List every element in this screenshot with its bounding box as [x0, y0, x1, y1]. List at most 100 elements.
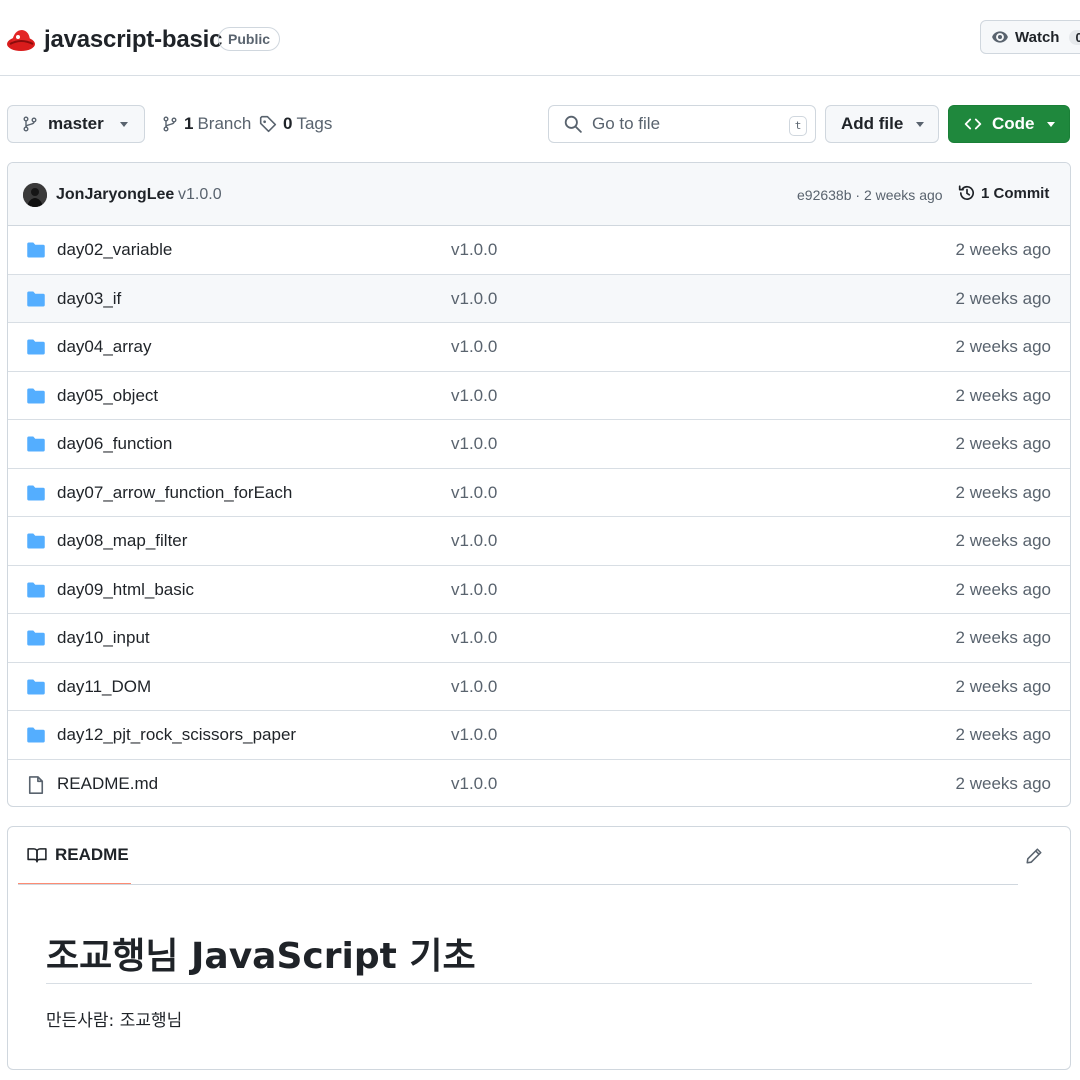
chevron-down-icon — [1047, 121, 1055, 127]
file-commit-message-link[interactable]: v1.0.0 — [451, 677, 497, 697]
person-icon — [23, 183, 47, 207]
file-row[interactable]: day07_arrow_function_forEach v1.0.0 2 week… — [8, 469, 1070, 517]
file-commit-message-link[interactable]: v1.0.0 — [451, 483, 497, 503]
file-commit-time: 2 weeks ago — [955, 337, 1051, 356]
folder-icon — [26, 435, 46, 458]
file-commit-message-link[interactable]: v1.0.0 — [451, 580, 497, 600]
file-commit-message-link[interactable]: v1.0.0 — [451, 337, 497, 357]
chevron-down-icon — [916, 121, 924, 127]
folder-icon — [26, 290, 46, 313]
file-commit-message-link[interactable]: v1.0.0 — [451, 774, 497, 794]
author-avatar[interactable] — [23, 183, 47, 207]
file-commit-message-link[interactable]: v1.0.0 — [451, 386, 497, 406]
branch-name: master — [48, 114, 104, 133]
file-name-link[interactable]: day04_array — [57, 337, 152, 357]
file-commit-time: 2 weeks ago — [955, 385, 1051, 405]
watch-count: 0 — [1069, 29, 1080, 45]
readme-heading: 조교행님 JavaScript 기초 — [46, 936, 476, 977]
readme-tab[interactable]: README — [18, 827, 131, 885]
folder-icon — [26, 581, 46, 604]
branches-link[interactable]: 1 Branch — [162, 114, 251, 134]
file-name-link[interactable]: day10_input — [57, 628, 150, 648]
pencil-icon[interactable] — [1025, 847, 1043, 865]
file-commit-time: 2 weeks ago — [955, 676, 1051, 696]
file-commit-time: 2 weeks ago — [955, 240, 1051, 259]
keyboard-shortcut-hint: t — [789, 116, 807, 136]
branch-count: 1 — [184, 114, 194, 133]
file-row[interactable]: day06_function v1.0.0 2 weeks ago — [8, 420, 1070, 469]
file-name-link[interactable]: day11_DOM — [57, 677, 151, 697]
file-commit-message-link[interactable]: v1.0.0 — [451, 434, 497, 454]
file-name-link[interactable]: day12_pjt_rock_scissors_paper — [57, 725, 296, 745]
file-commit-message-link[interactable]: v1.0.0 — [451, 531, 497, 551]
folder-icon — [26, 629, 46, 652]
file-commit-time: 2 weeks ago — [955, 628, 1051, 647]
file-list: JonJaryongLee v1.0.0 e92638b · 2 weeks a… — [7, 162, 1071, 807]
commit-history-link[interactable]: 1 Commit — [958, 184, 1049, 202]
file-name-link[interactable]: day05_object — [57, 386, 158, 406]
latest-commit-bar: JonJaryongLee v1.0.0 e92638b · 2 weeks a… — [8, 163, 1070, 226]
folder-icon — [26, 678, 46, 701]
file-commit-time: 2 weeks ago — [955, 482, 1051, 502]
file-row[interactable]: day09_html_basic v1.0.0 2 weeks ago — [8, 566, 1070, 614]
file-commit-time: 2 weeks ago — [955, 579, 1051, 599]
file-commit-time: 2 weeks ago — [955, 531, 1051, 550]
code-label: Code — [992, 114, 1035, 133]
file-commit-message-link[interactable]: v1.0.0 — [451, 289, 497, 309]
file-commit-time: 2 weeks ago — [955, 773, 1051, 793]
readme-tab-label: README — [55, 845, 129, 864]
go-to-file-search[interactable]: t — [548, 105, 816, 143]
tag-icon — [259, 115, 277, 133]
file-row[interactable]: README.md v1.0.0 2 weeks ago — [8, 760, 1070, 807]
tags-link[interactable]: 0 Tags — [259, 114, 332, 134]
file-row[interactable]: day11_DOM v1.0.0 2 weeks ago — [8, 663, 1070, 711]
chevron-down-icon — [120, 121, 128, 127]
code-button[interactable]: Code — [948, 105, 1070, 143]
readme-panel: README 조교행님 JavaScript 기초 만든사람: 조교행님 — [7, 826, 1071, 1070]
file-commit-time: 2 weeks ago — [955, 725, 1051, 744]
tag-count-label: Tags — [296, 114, 333, 133]
add-file-label: Add file — [841, 114, 904, 133]
repo-name-link[interactable]: javascript-basic — [44, 26, 222, 54]
file-commit-message-link[interactable]: v1.0.0 — [451, 628, 497, 648]
file-row[interactable]: day02_variable v1.0.0 2 weeks ago — [8, 226, 1070, 275]
commit-message-link[interactable]: v1.0.0 — [178, 186, 222, 204]
go-to-file-input[interactable] — [592, 114, 772, 134]
file-row[interactable]: day08_map_filter v1.0.0 2 weeks ago — [8, 517, 1070, 566]
file-name-link[interactable]: day08_map_filter — [57, 531, 187, 551]
file-row[interactable]: day05_object v1.0.0 2 weeks ago — [8, 372, 1070, 420]
readme-heading-rule — [46, 983, 1032, 984]
file-name-link[interactable]: day02_variable — [57, 240, 172, 260]
folder-icon — [26, 338, 46, 361]
branch-count-label: Branch — [197, 114, 252, 133]
book-icon — [27, 848, 47, 863]
file-name-link[interactable]: README.md — [57, 774, 158, 794]
file-row[interactable]: day03_if v1.0.0 2 weeks ago — [8, 274, 1070, 323]
file-commit-message-link[interactable]: v1.0.0 — [451, 240, 497, 260]
file-rows: day02_variable v1.0.0 2 weeks ago day03_if v… — [8, 226, 1070, 807]
file-row[interactable]: day12_pjt_rock_scissors_paper v1.0.0 2 wee… — [8, 711, 1070, 760]
watch-button[interactable]: Watch 0 — [980, 20, 1080, 54]
folder-icon — [26, 241, 46, 264]
file-name-link[interactable]: day06_function — [57, 434, 172, 454]
watch-label: Watch — [1015, 28, 1060, 46]
code-icon — [964, 118, 982, 130]
repo-owner-avatar-icon[interactable] — [6, 24, 36, 54]
commit-author-link[interactable]: JonJaryongLee — [56, 186, 174, 204]
folder-icon — [26, 387, 46, 410]
file-name-link[interactable]: day03_if — [57, 289, 121, 309]
eye-icon — [992, 31, 1008, 43]
file-name-link[interactable]: day07_arrow_function_forEach — [57, 483, 292, 503]
branch-select-button[interactable]: master — [7, 105, 145, 143]
search-icon — [564, 115, 582, 133]
readme-body-text: 만든사람: 조교행님 — [46, 1011, 183, 1031]
folder-icon — [26, 726, 46, 749]
file-commit-time: 2 weeks ago — [955, 288, 1051, 308]
file-row[interactable]: day04_array v1.0.0 2 weeks ago — [8, 323, 1070, 372]
commit-hash-time[interactable]: e92638b · 2 weeks ago — [797, 187, 943, 203]
file-name-link[interactable]: day09_html_basic — [57, 580, 194, 600]
file-row[interactable]: day10_input v1.0.0 2 weeks ago — [8, 614, 1070, 663]
add-file-button[interactable]: Add file — [825, 105, 939, 143]
file-commit-message-link[interactable]: v1.0.0 — [451, 725, 497, 745]
visibility-badge: Public — [218, 27, 281, 51]
